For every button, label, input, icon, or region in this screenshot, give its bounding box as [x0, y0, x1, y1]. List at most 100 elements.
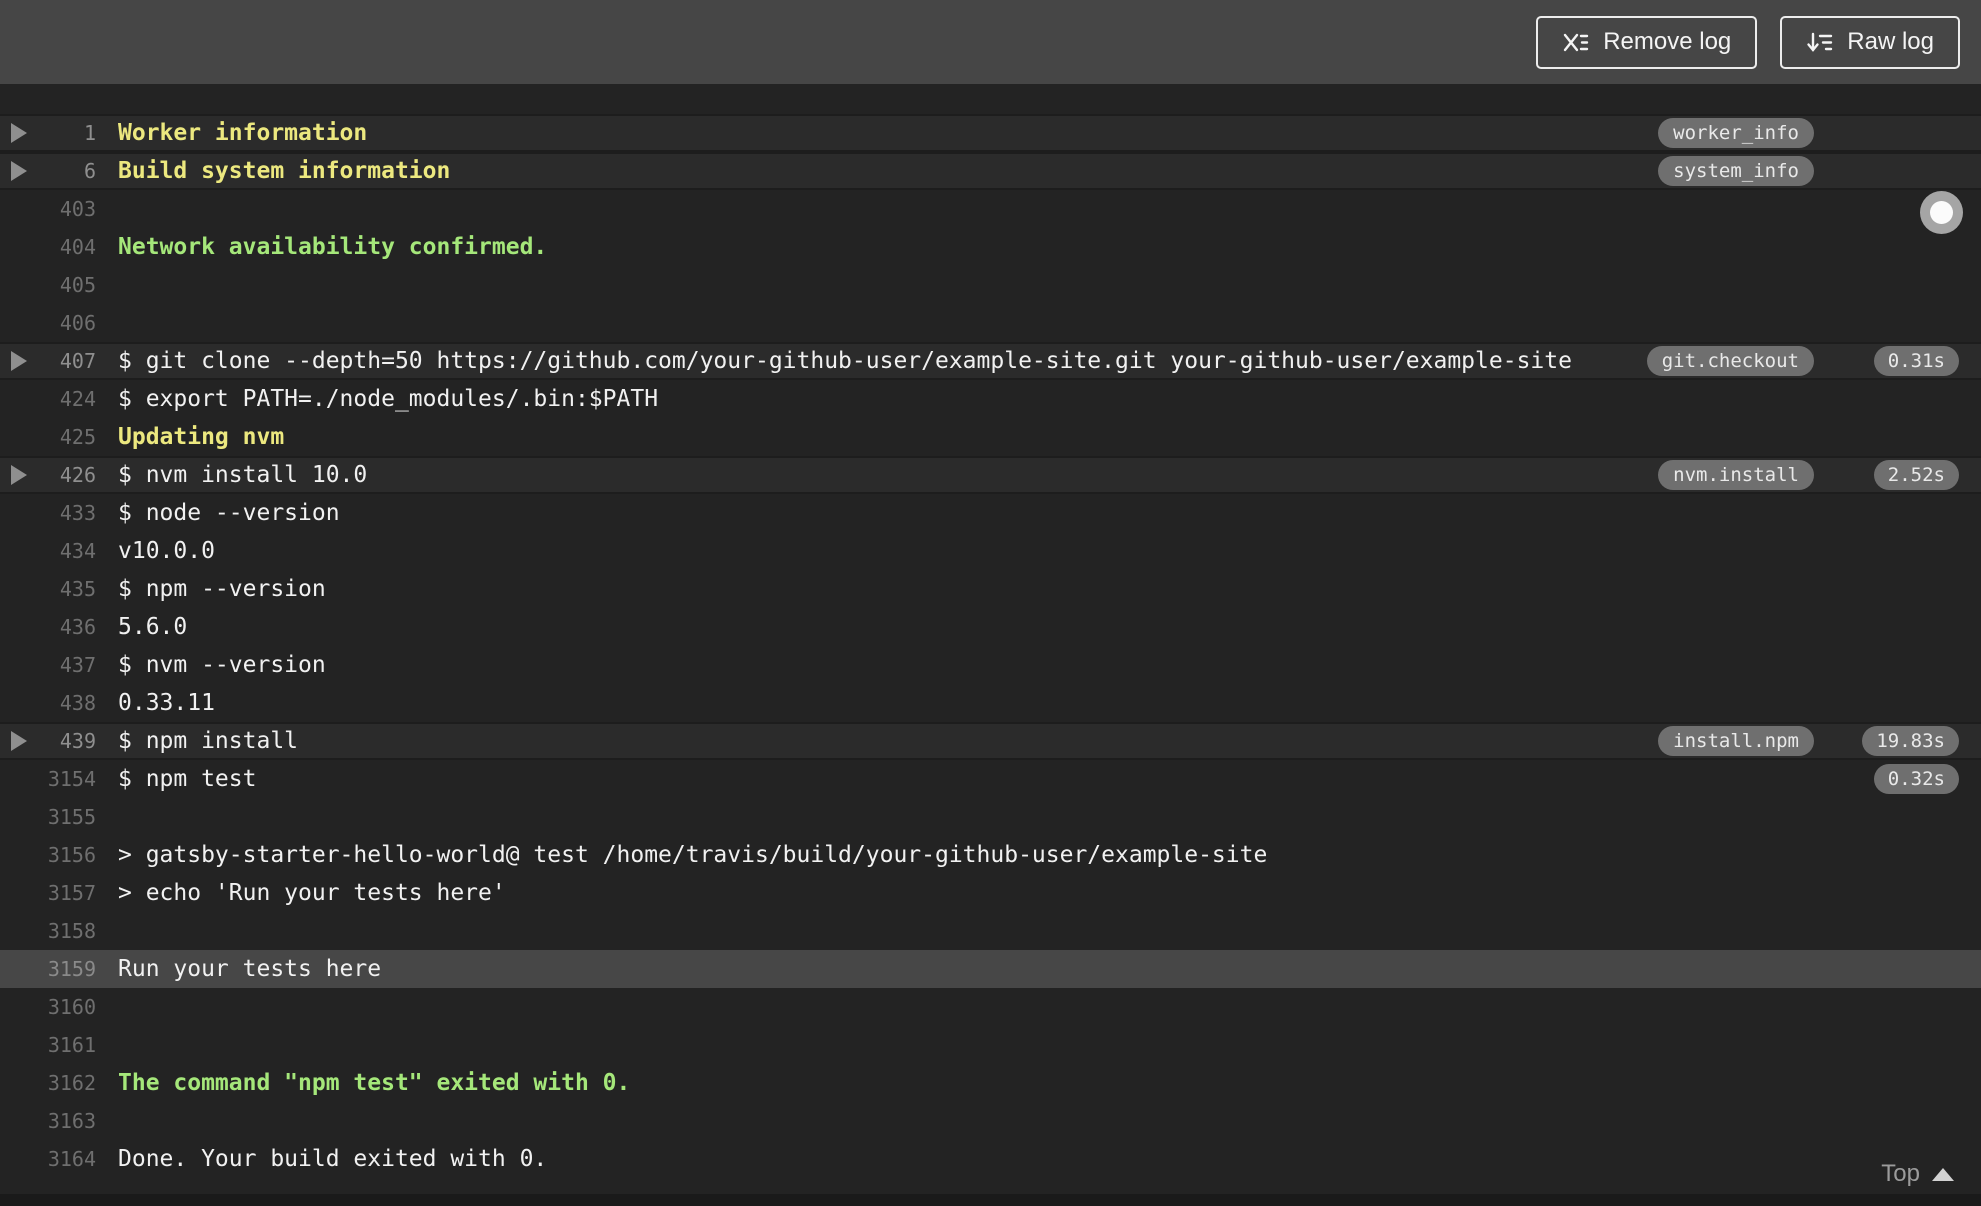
line-number[interactable]: 437 [38, 653, 96, 677]
fold-toggle[interactable] [0, 845, 38, 865]
fold-toggle[interactable] [0, 883, 38, 903]
line-number[interactable]: 406 [38, 311, 96, 335]
fold-toggle[interactable] [0, 769, 38, 789]
line-number[interactable]: 434 [38, 539, 96, 563]
scroll-indicator-dot[interactable] [1920, 191, 1963, 234]
line-number[interactable]: 3163 [38, 1109, 96, 1133]
fold-toggle[interactable] [0, 807, 38, 827]
log-row: 426 $ nvm install 10.0 nvm.install 2.52s [0, 456, 1981, 494]
line-number[interactable]: 3155 [38, 805, 96, 829]
fold-tag-badge: system_info [1658, 156, 1814, 186]
log-row: 403 [0, 190, 1981, 228]
line-number[interactable]: 3158 [38, 919, 96, 943]
fold-toggle[interactable] [0, 351, 38, 371]
log-row: 435 $ npm --version [0, 570, 1981, 608]
fold-toggle[interactable] [0, 275, 38, 295]
log-row: 3155 [0, 798, 1981, 836]
fold-toggle[interactable] [0, 731, 38, 751]
fold-arrow-icon [11, 465, 27, 485]
log-row: 3164 Done. Your build exited with 0. [0, 1140, 1981, 1178]
line-number[interactable]: 404 [38, 235, 96, 259]
fold-toggle[interactable] [0, 1073, 38, 1093]
remove-log-button[interactable]: Remove log [1536, 15, 1758, 69]
fold-toggle[interactable] [0, 693, 38, 713]
line-number[interactable]: 3162 [38, 1071, 96, 1095]
build-log: 1 Worker information worker_info 6 Build… [0, 84, 1981, 1206]
duration-badge: 19.83s [1862, 726, 1959, 756]
fold-toggle[interactable] [0, 1149, 38, 1169]
line-number[interactable]: 435 [38, 577, 96, 601]
fold-toggle[interactable] [0, 465, 38, 485]
log-row: 3156 > gatsby-starter-hello-world@ test … [0, 836, 1981, 874]
line-number[interactable]: 433 [38, 501, 96, 525]
remove-log-label: Remove log [1603, 28, 1732, 55]
line-number[interactable]: 3157 [38, 881, 96, 905]
line-number[interactable]: 1 [38, 121, 96, 145]
fold-tag-badge: git.checkout [1646, 346, 1814, 376]
fold-toggle[interactable] [0, 503, 38, 523]
duration-badge: 0.32s [1873, 764, 1959, 794]
line-number[interactable]: 426 [38, 463, 96, 487]
raw-log-icon [1806, 29, 1833, 56]
fold-toggle[interactable] [0, 427, 38, 447]
log-rows: 1 Worker information worker_info 6 Build… [0, 114, 1981, 1178]
line-number[interactable]: 407 [38, 349, 96, 373]
log-line-text: $ node --version [118, 500, 340, 526]
fold-tag-badge: worker_info [1658, 118, 1814, 148]
log-row: 3157 > echo 'Run your tests here' [0, 874, 1981, 912]
fold-toggle[interactable] [0, 1111, 38, 1131]
log-row: 3154 $ npm test 0.32s [0, 760, 1981, 798]
fold-toggle[interactable] [0, 655, 38, 675]
log-row: 437 $ nvm --version [0, 646, 1981, 684]
log-line-text: $ git clone --depth=50 https://github.co… [118, 348, 1572, 374]
fold-toggle[interactable] [0, 123, 38, 143]
line-number[interactable]: 438 [38, 691, 96, 715]
fold-toggle[interactable] [0, 389, 38, 409]
line-number[interactable]: 436 [38, 615, 96, 639]
line-number[interactable]: 405 [38, 273, 96, 297]
log-line-text: The command "npm test" exited with 0. [118, 1070, 631, 1096]
log-line-text: Done. Your build exited with 0. [118, 1146, 548, 1172]
raw-log-button[interactable]: Raw log [1780, 15, 1960, 69]
log-row: 433 $ node --version [0, 494, 1981, 532]
fold-arrow-icon [11, 161, 27, 181]
log-line-text: 0.33.11 [118, 690, 215, 716]
log-row: 6 Build system information system_info [0, 152, 1981, 190]
line-number[interactable]: 403 [38, 197, 96, 221]
log-row: 3160 [0, 988, 1981, 1026]
back-to-top-link[interactable]: Top [1881, 1160, 1954, 1188]
log-line-text: Updating nvm [118, 424, 285, 450]
fold-toggle[interactable] [0, 541, 38, 561]
duration-column: 2.52s [1834, 460, 1959, 490]
line-number[interactable]: 3164 [38, 1147, 96, 1171]
fold-toggle[interactable] [0, 161, 38, 181]
log-line-text: Build system information [118, 158, 451, 184]
line-number[interactable]: 439 [38, 729, 96, 753]
log-line-text: $ npm install [118, 728, 299, 754]
line-number[interactable]: 425 [38, 425, 96, 449]
log-line-text: $ npm --version [118, 576, 326, 602]
fold-toggle[interactable] [0, 237, 38, 257]
line-number[interactable]: 3159 [38, 957, 96, 981]
fold-toggle[interactable] [0, 1035, 38, 1055]
log-toolbar: Remove log Raw log [0, 0, 1981, 84]
fold-toggle[interactable] [0, 579, 38, 599]
fold-toggle[interactable] [0, 921, 38, 941]
fold-toggle[interactable] [0, 617, 38, 637]
line-number[interactable]: 424 [38, 387, 96, 411]
log-row: 406 [0, 304, 1981, 342]
fold-toggle[interactable] [0, 199, 38, 219]
line-number[interactable]: 3156 [38, 843, 96, 867]
fold-toggle[interactable] [0, 313, 38, 333]
log-row: 404 Network availability confirmed. [0, 228, 1981, 266]
line-number[interactable]: 6 [38, 159, 96, 183]
log-line-text: $ nvm --version [118, 652, 326, 678]
line-number[interactable]: 3160 [38, 995, 96, 1019]
line-number[interactable]: 3154 [38, 767, 96, 791]
fold-toggle[interactable] [0, 997, 38, 1017]
log-line-text: v10.0.0 [118, 538, 215, 564]
fold-toggle[interactable] [0, 959, 38, 979]
log-row: 436 5.6.0 [0, 608, 1981, 646]
log-row: 439 $ npm install install.npm 19.83s [0, 722, 1981, 760]
line-number[interactable]: 3161 [38, 1033, 96, 1057]
